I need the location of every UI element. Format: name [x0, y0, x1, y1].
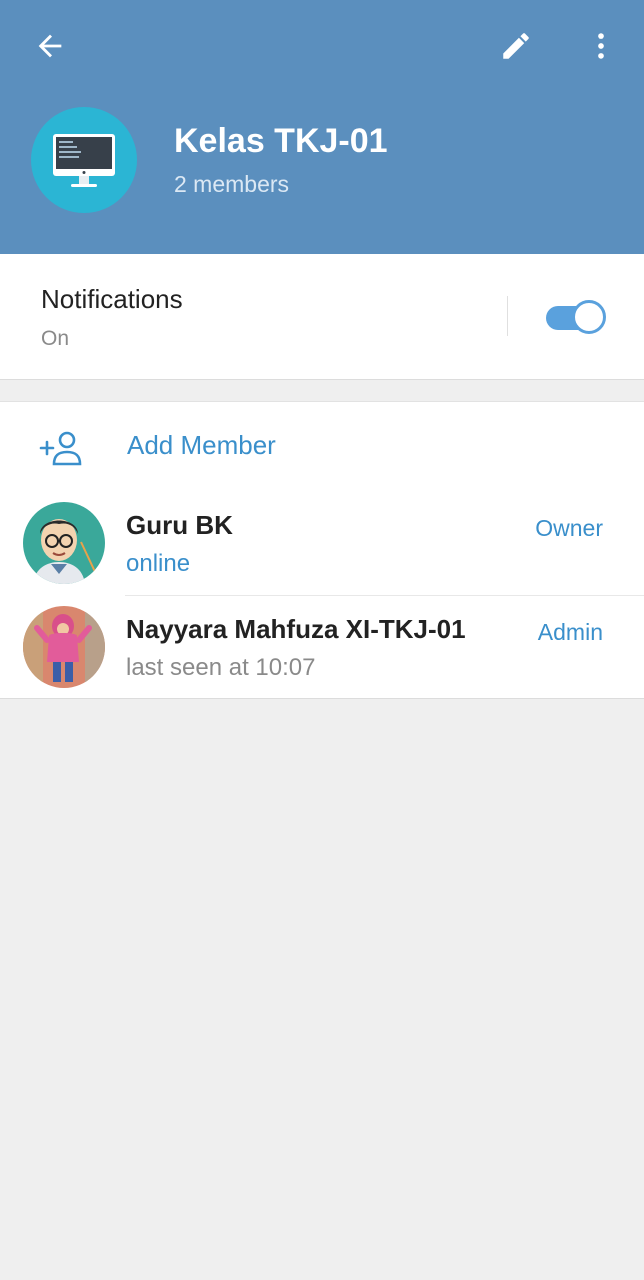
- avatar: [23, 502, 105, 584]
- member-row[interactable]: Nayyara Mahfuza XI-TKJ-01 last seen at 1…: [0, 596, 644, 700]
- group-title: Kelas TKJ-01: [174, 122, 388, 160]
- more-vertical-icon: [598, 33, 604, 59]
- cartoon-teacher-avatar: [23, 502, 105, 584]
- add-person-icon: [39, 431, 82, 466]
- chat-header: Kelas TKJ-01 2 members: [0, 0, 644, 254]
- members-section: Add Member Guru BK online Owner Nayyara …: [0, 401, 644, 699]
- add-member-button[interactable]: Add Member: [0, 402, 644, 490]
- arrow-left-icon: [38, 34, 62, 58]
- member-status: online: [126, 550, 191, 577]
- member-row[interactable]: Guru BK online Owner: [0, 492, 644, 596]
- notifications-label: Notifications: [41, 284, 183, 314]
- edit-button[interactable]: [488, 22, 544, 70]
- child-photo-avatar: [23, 606, 105, 688]
- notifications-value: On: [41, 327, 70, 350]
- back-button[interactable]: [22, 22, 78, 70]
- notifications-row[interactable]: Notifications On: [0, 254, 644, 380]
- member-name: Guru BK: [126, 510, 233, 540]
- notifications-toggle[interactable]: [544, 300, 608, 334]
- pencil-icon: [503, 33, 529, 59]
- member-name: Nayyara Mahfuza XI-TKJ-01: [126, 614, 466, 644]
- computer-monitor-icon: [53, 134, 115, 187]
- member-count: 2 members: [174, 171, 290, 197]
- toggle-knob: [572, 300, 606, 334]
- member-role: Owner: [535, 515, 603, 541]
- more-options-button[interactable]: [574, 22, 628, 70]
- divider: [507, 296, 508, 336]
- add-member-label: Add Member: [127, 430, 276, 460]
- avatar: [23, 606, 105, 688]
- group-avatar[interactable]: [31, 107, 137, 213]
- member-role: Admin: [537, 619, 603, 645]
- member-status: last seen at 10:07: [126, 654, 316, 681]
